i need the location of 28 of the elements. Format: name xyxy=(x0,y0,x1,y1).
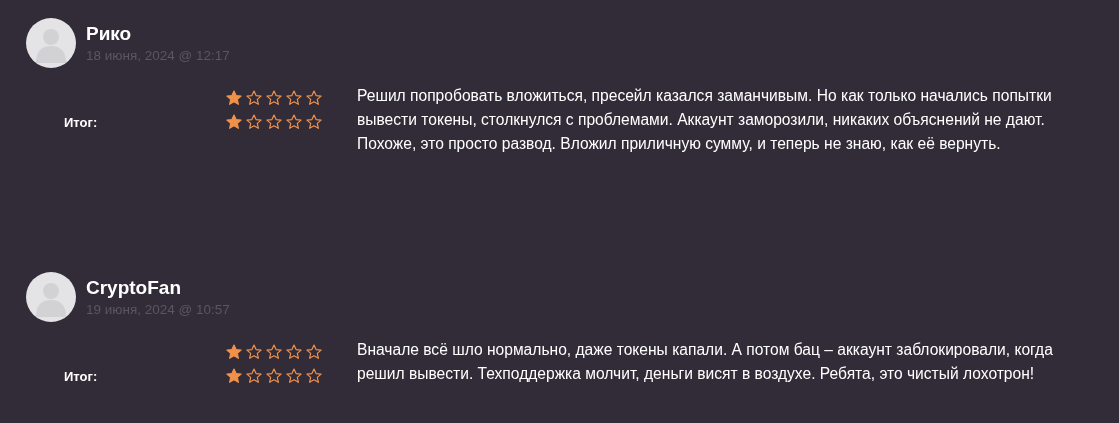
rating-label: Итог: xyxy=(64,114,99,130)
author-name: CryptoFan xyxy=(86,276,182,300)
avatar-icon xyxy=(26,18,76,68)
empty-star-icon xyxy=(286,368,302,384)
filled-star-icon xyxy=(226,114,242,130)
avatar-icon xyxy=(26,272,76,322)
empty-star-icon xyxy=(266,114,282,130)
empty-star-icon xyxy=(306,368,322,384)
empty-star-icon xyxy=(306,114,322,130)
empty-star-icon xyxy=(246,90,262,106)
empty-star-icon xyxy=(286,90,302,106)
empty-star-icon xyxy=(266,90,282,106)
empty-star-icon xyxy=(306,90,322,106)
empty-star-icon xyxy=(246,344,262,360)
filled-star-icon xyxy=(226,368,242,384)
empty-star-icon xyxy=(286,344,302,360)
empty-star-icon xyxy=(246,368,262,384)
empty-star-icon xyxy=(306,344,322,360)
author-name: Рико xyxy=(86,22,133,46)
review-text: Вначале всё шло нормально, даже токены капали. А потом бац – аккаунт заблокировали, когда решил вывести. Техподдержка молчит, деньги висят в воздухе. Ребята, это чистый лохотрон! xyxy=(357,340,1054,384)
empty-star-icon xyxy=(246,114,262,130)
review-text: Решил попробовать вложиться, пресейл казался заманчивым. Но как только начались попытки вывести токены, столкнулся с проблемами. Аккаунт заморозили, никаких объяснений не дают. Похоже, это просто развод. Вложил приличную сумму, и теперь не знаю, как её вернуть. xyxy=(357,86,1053,154)
filled-star-icon xyxy=(226,90,242,106)
empty-star-icon xyxy=(266,368,282,384)
empty-star-icon xyxy=(266,344,282,360)
empty-star-icon xyxy=(286,114,302,130)
filled-star-icon xyxy=(226,344,242,360)
rating-label: Итог: xyxy=(64,368,99,384)
